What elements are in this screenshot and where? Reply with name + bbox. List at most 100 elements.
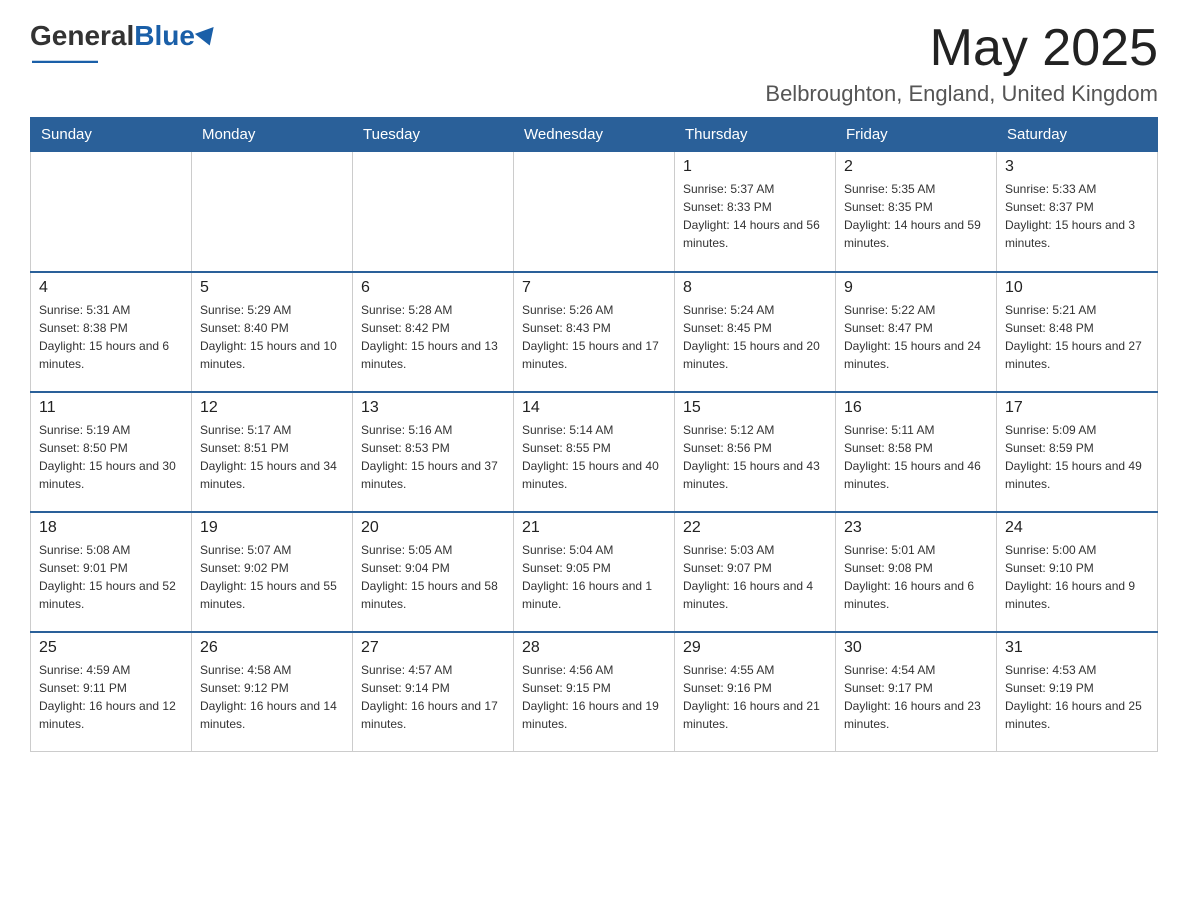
day-info: Sunrise: 5:00 AMSunset: 9:10 PMDaylight:…: [1005, 541, 1149, 613]
calendar-day-cell: 19Sunrise: 5:07 AMSunset: 9:02 PMDayligh…: [192, 512, 353, 632]
day-info: Sunrise: 4:59 AMSunset: 9:11 PMDaylight:…: [39, 661, 183, 733]
day-number: 24: [1005, 519, 1149, 537]
calendar-day-cell: 27Sunrise: 4:57 AMSunset: 9:14 PMDayligh…: [353, 632, 514, 752]
day-number: 29: [683, 639, 827, 657]
day-number: 20: [361, 519, 505, 537]
location-title: Belbroughton, England, United Kingdom: [765, 81, 1158, 107]
day-info: Sunrise: 5:17 AMSunset: 8:51 PMDaylight:…: [200, 421, 344, 493]
day-number: 18: [39, 519, 183, 537]
title-area: May 2025 Belbroughton, England, United K…: [765, 20, 1158, 107]
day-number: 11: [39, 399, 183, 417]
calendar-day-cell: 8 Sunrise: 5:24 AMSunset: 8:45 PMDaylight…: [675, 272, 836, 392]
calendar-day-cell: 24 Sunrise: 5:00 AMSunset: 9:10 PMDayligh…: [997, 512, 1158, 632]
header: GeneralBlue ——— May 2025 Belbroughton, E…: [30, 20, 1158, 107]
calendar-day-cell: 25 Sunrise: 4:59 AMSunset: 9:11 PMDayligh…: [31, 632, 192, 752]
day-number: 17: [1005, 399, 1149, 417]
day-info: Sunrise: 5:22 AMSunset: 8:47 PMDaylight:…: [844, 301, 988, 373]
logo-triangle-icon: [195, 27, 219, 49]
day-info: Sunrise: 5:28 AMSunset: 8:42 PMDaylight:…: [361, 301, 505, 373]
calendar-day-cell: 30 Sunrise: 4:54 AMSunset: 9:17 PMDayligh…: [836, 632, 997, 752]
calendar-day-cell: [192, 152, 353, 272]
day-number: 3: [1005, 158, 1149, 176]
month-title: May 2025: [765, 20, 1158, 77]
logo: GeneralBlue ———: [30, 20, 217, 74]
day-number: 27: [361, 639, 505, 657]
logo-blue-text: Blue: [134, 20, 195, 52]
day-info: Sunrise: 5:29 AMSunset: 8:40 PMDaylight:…: [200, 301, 344, 373]
day-info: Sunrise: 5:14 AMSunset: 8:55 PMDaylight:…: [522, 421, 666, 493]
day-number: 30: [844, 639, 988, 657]
day-info: Sunrise: 5:19 AMSunset: 8:50 PMDaylight:…: [39, 421, 183, 493]
day-number: 15: [683, 399, 827, 417]
day-number: 16: [844, 399, 988, 417]
weekday-header-tuesday: Tuesday: [353, 118, 514, 152]
day-number: 23: [844, 519, 988, 537]
day-number: 2: [844, 158, 988, 176]
calendar-day-cell: [514, 152, 675, 272]
weekday-header-friday: Friday: [836, 118, 997, 152]
day-number: 31: [1005, 639, 1149, 657]
day-number: 12: [200, 399, 344, 417]
weekday-header-wednesday: Wednesday: [514, 118, 675, 152]
calendar-day-cell: 9Sunrise: 5:22 AMSunset: 8:47 PMDaylight…: [836, 272, 997, 392]
day-number: 6: [361, 279, 505, 297]
day-info: Sunrise: 5:09 AMSunset: 8:59 PMDaylight:…: [1005, 421, 1149, 493]
logo-underline: ———: [32, 48, 98, 74]
calendar-day-cell: 7 Sunrise: 5:26 AMSunset: 8:43 PMDaylight…: [514, 272, 675, 392]
day-info: Sunrise: 4:56 AMSunset: 9:15 PMDaylight:…: [522, 661, 666, 733]
calendar-day-cell: 17 Sunrise: 5:09 AMSunset: 8:59 PMDayligh…: [997, 392, 1158, 512]
day-info: Sunrise: 5:31 AMSunset: 8:38 PMDaylight:…: [39, 301, 183, 373]
weekday-header-saturday: Saturday: [997, 118, 1158, 152]
calendar-day-cell: [353, 152, 514, 272]
day-number: 5: [200, 279, 344, 297]
day-info: Sunrise: 5:24 AMSunset: 8:45 PMDaylight:…: [683, 301, 827, 373]
calendar-day-cell: 20 Sunrise: 5:05 AMSunset: 9:04 PMDayligh…: [353, 512, 514, 632]
day-number: 28: [522, 639, 666, 657]
calendar-day-cell: 18Sunrise: 5:08 AMSunset: 9:01 PMDayligh…: [31, 512, 192, 632]
day-info: Sunrise: 5:03 AMSunset: 9:07 PMDaylight:…: [683, 541, 827, 613]
day-info: Sunrise: 5:37 AMSunset: 8:33 PMDaylight:…: [683, 180, 827, 252]
calendar-day-cell: 21Sunrise: 5:04 AMSunset: 9:05 PMDayligh…: [514, 512, 675, 632]
calendar-day-cell: [31, 152, 192, 272]
calendar-day-cell: 16 Sunrise: 5:11 AMSunset: 8:58 PMDayligh…: [836, 392, 997, 512]
day-number: 8: [683, 279, 827, 297]
day-info: Sunrise: 4:54 AMSunset: 9:17 PMDaylight:…: [844, 661, 988, 733]
calendar-day-cell: 22 Sunrise: 5:03 AMSunset: 9:07 PMDayligh…: [675, 512, 836, 632]
day-number: 10: [1005, 279, 1149, 297]
calendar-week-row: 18Sunrise: 5:08 AMSunset: 9:01 PMDayligh…: [31, 512, 1158, 632]
day-info: Sunrise: 5:21 AMSunset: 8:48 PMDaylight:…: [1005, 301, 1149, 373]
day-info: Sunrise: 5:26 AMSunset: 8:43 PMDaylight:…: [522, 301, 666, 373]
day-info: Sunrise: 5:35 AMSunset: 8:35 PMDaylight:…: [844, 180, 988, 252]
day-info: Sunrise: 4:58 AMSunset: 9:12 PMDaylight:…: [200, 661, 344, 733]
weekday-header-monday: Monday: [192, 118, 353, 152]
calendar-day-cell: 28 Sunrise: 4:56 AMSunset: 9:15 PMDayligh…: [514, 632, 675, 752]
day-info: Sunrise: 4:53 AMSunset: 9:19 PMDaylight:…: [1005, 661, 1149, 733]
calendar-table: SundayMondayTuesdayWednesdayThursdayFrid…: [30, 117, 1158, 752]
day-number: 7: [522, 279, 666, 297]
calendar-day-cell: 15 Sunrise: 5:12 AMSunset: 8:56 PMDayligh…: [675, 392, 836, 512]
calendar-day-cell: 14 Sunrise: 5:14 AMSunset: 8:55 PMDayligh…: [514, 392, 675, 512]
day-number: 25: [39, 639, 183, 657]
weekday-header-sunday: Sunday: [31, 118, 192, 152]
calendar-day-cell: 4Sunrise: 5:31 AMSunset: 8:38 PMDaylight…: [31, 272, 192, 392]
calendar-day-cell: 12 Sunrise: 5:17 AMSunset: 8:51 PMDayligh…: [192, 392, 353, 512]
day-info: Sunrise: 5:12 AMSunset: 8:56 PMDaylight:…: [683, 421, 827, 493]
calendar-day-cell: 6 Sunrise: 5:28 AMSunset: 8:42 PMDaylight…: [353, 272, 514, 392]
calendar-day-cell: 23Sunrise: 5:01 AMSunset: 9:08 PMDayligh…: [836, 512, 997, 632]
day-info: Sunrise: 5:05 AMSunset: 9:04 PMDaylight:…: [361, 541, 505, 613]
calendar-day-cell: 29Sunrise: 4:55 AMSunset: 9:16 PMDayligh…: [675, 632, 836, 752]
day-number: 13: [361, 399, 505, 417]
day-info: Sunrise: 5:11 AMSunset: 8:58 PMDaylight:…: [844, 421, 988, 493]
day-info: Sunrise: 5:07 AMSunset: 9:02 PMDaylight:…: [200, 541, 344, 613]
day-number: 26: [200, 639, 344, 657]
day-number: 14: [522, 399, 666, 417]
calendar-day-cell: 11 Sunrise: 5:19 AMSunset: 8:50 PMDayligh…: [31, 392, 192, 512]
calendar-day-cell: 2 Sunrise: 5:35 AMSunset: 8:35 PMDaylight…: [836, 152, 997, 272]
calendar-day-cell: 31 Sunrise: 4:53 AMSunset: 9:19 PMDayligh…: [997, 632, 1158, 752]
weekday-header-row: SundayMondayTuesdayWednesdayThursdayFrid…: [31, 118, 1158, 152]
day-info: Sunrise: 5:33 AMSunset: 8:37 PMDaylight:…: [1005, 180, 1149, 252]
calendar-week-row: 25 Sunrise: 4:59 AMSunset: 9:11 PMDayligh…: [31, 632, 1158, 752]
calendar-week-row: 1Sunrise: 5:37 AMSunset: 8:33 PMDaylight…: [31, 152, 1158, 272]
day-number: 22: [683, 519, 827, 537]
calendar-day-cell: 3 Sunrise: 5:33 AMSunset: 8:37 PMDaylight…: [997, 152, 1158, 272]
